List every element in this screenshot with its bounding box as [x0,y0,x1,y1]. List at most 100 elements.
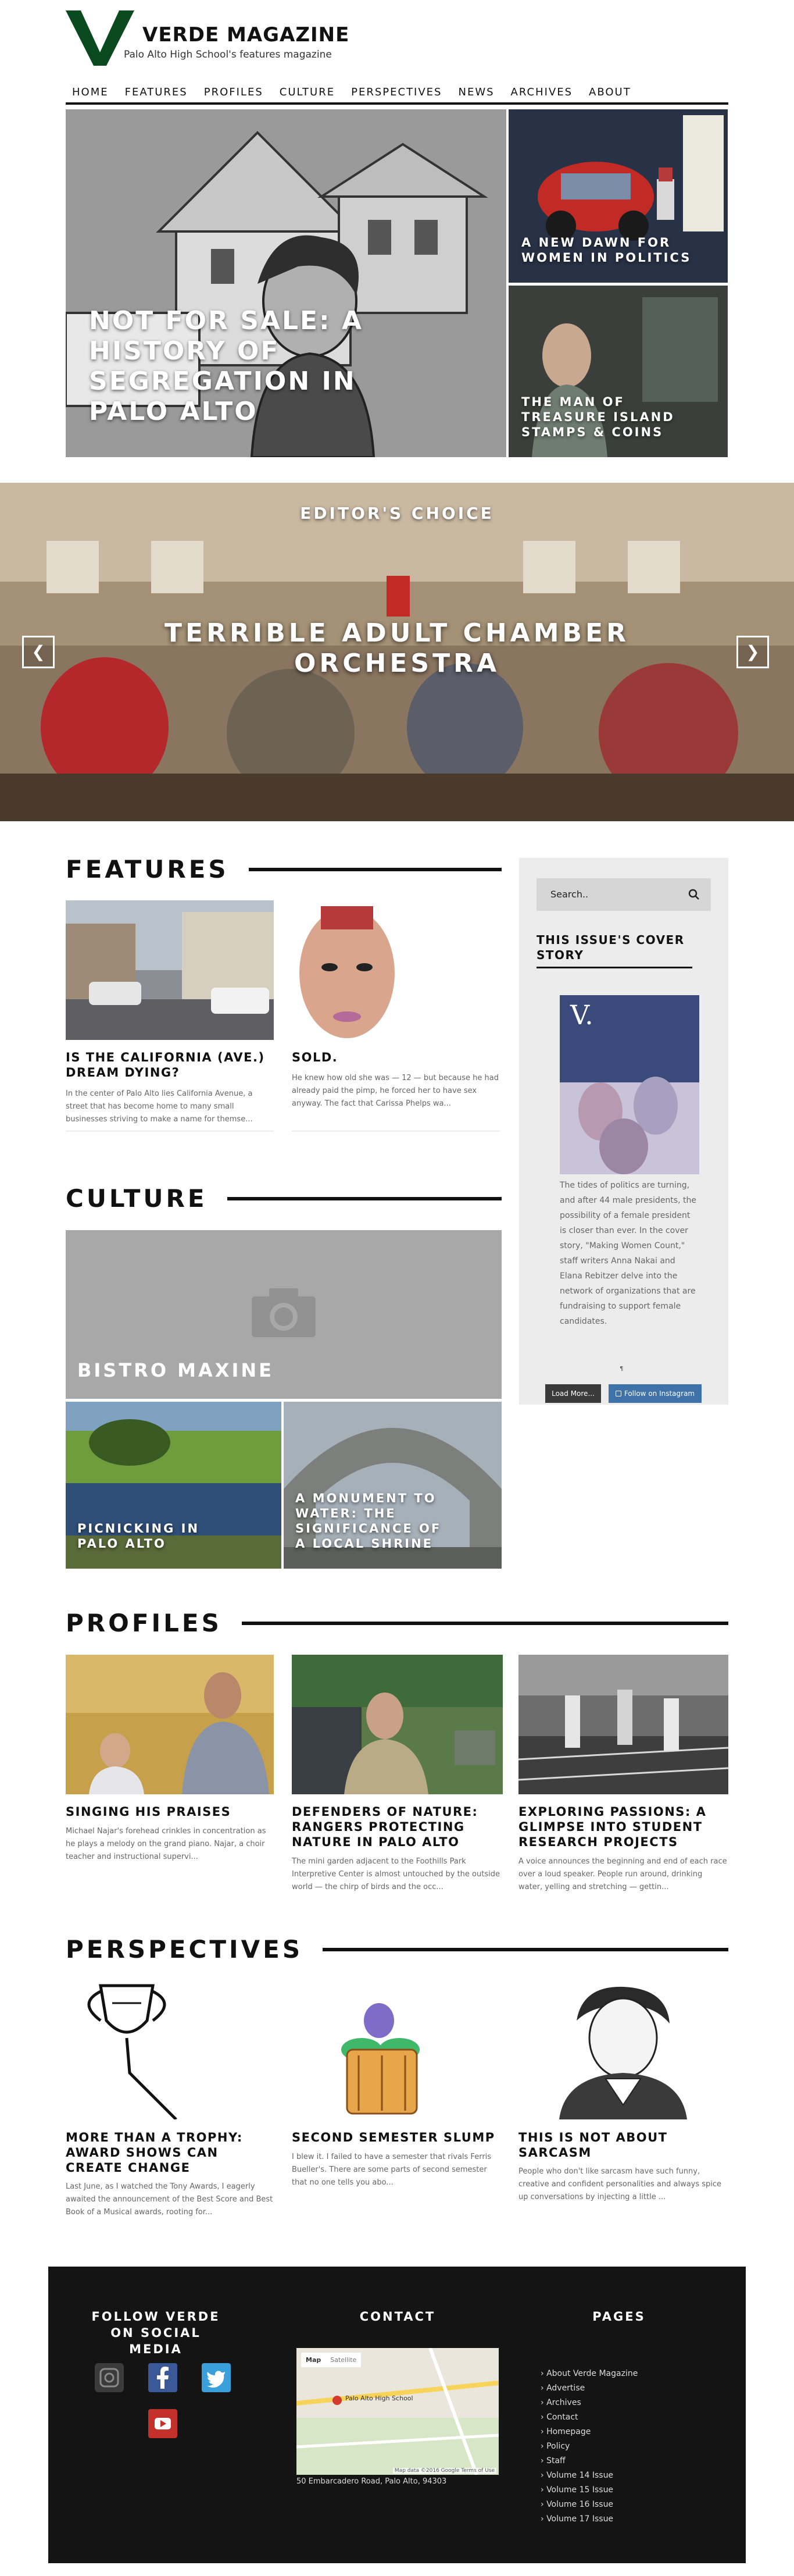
slider-tag: EDITOR'S CHOICE [300,504,494,523]
feature-1-title[interactable]: IS THE CALIFORNIA (AVE.) DREAM DYING? [66,1050,274,1080]
profile-3-excerpt: A voice announces the beginning and end … [518,1857,727,1891]
facebook-icon[interactable] [148,2363,177,2392]
hero-main-story[interactable]: NOT FOR SALE: A HISTORY OF SEGREGATION I… [66,109,506,457]
map-tab-map[interactable]: Map [301,2353,326,2367]
cover-story-text: The tides of politics are turning, and a… [560,1181,696,1326]
profile-3-title[interactable]: EXPLORING PASSIONS: A GLIMPSE INTO STUDE… [518,1804,728,1850]
ranger-photo [292,1655,503,1794]
perspective-1-title[interactable]: MORE THAN A TROPHY: AWARD SHOWS CAN CREA… [66,2130,274,2175]
nav-profiles[interactable]: PROFILES [198,80,273,102]
slider-title[interactable]: TERRIBLE ADULT CHAMBER ORCHESTRA [145,618,649,679]
nav-about[interactable]: ABOUT [582,80,641,102]
page-link-label: Homepage [546,2427,591,2436]
page-link-volume-17[interactable]: › Volume 17 Issue [541,2514,613,2524]
page-link-policy[interactable]: › Policy [541,2442,570,2451]
feature-1-image[interactable] [66,900,274,1040]
instagram-icon [615,1391,621,1396]
feature-2-image[interactable] [292,900,500,1040]
page-link-archives[interactable]: › Archives [541,2398,581,2407]
feature-2-title[interactable]: SOLD. [292,1050,500,1065]
page-link-label: Volume 15 Issue [546,2485,614,2495]
load-more-button[interactable]: Load More... [545,1384,601,1403]
culture-1-card[interactable]: BISTRO MAXINE [66,1230,502,1399]
sarcasm-illustration [518,1980,728,2119]
profile-2-title[interactable]: DEFENDERS OF NATURE: RANGERS PROTECTING … [292,1804,503,1850]
hero-side-story-2[interactable]: THE MAN OF TREASURE ISLAND STAMPS & COIN… [509,286,728,457]
nav-culture[interactable]: CULTURE [273,80,345,102]
feature-1-excerpt: In the center of Palo Alto lies Californ… [66,1089,253,1124]
trophy-illustration [66,1980,274,2119]
main-nav: HOME FEATURES PROFILES CULTURE PERSPECTI… [66,80,728,105]
page-link-staff[interactable]: › Staff [541,2456,566,2465]
slider-next-button[interactable]: ❯ [736,636,769,668]
profiles-section-heading: PROFILES [66,1609,728,1638]
page-link-label: About Verde Magazine [546,2369,638,2378]
instagram-icon[interactable] [95,2363,124,2392]
profile-1-title[interactable]: SINGING HIS PRAISES [66,1804,274,1819]
perspective-1-image[interactable] [66,1980,274,2119]
culture-2-title[interactable]: PICNICKING IN PALO ALTO [77,1521,240,1551]
profile-2-image[interactable] [292,1655,503,1794]
follow-instagram-button[interactable]: Follow on Instagram [609,1384,702,1403]
page-link-about[interactable]: › About Verde Magazine [541,2369,638,2378]
svg-text:V.: V. [570,999,593,1031]
perspective-3-title[interactable]: THIS IS NOT ABOUT SARCASM [518,2130,728,2160]
search-box[interactable]: Search.. [537,878,711,911]
section-title[interactable]: PERSPECTIVES [66,1935,323,1964]
page-link-label: Advertise [546,2383,585,2393]
profile-1-image[interactable] [66,1655,274,1794]
hero-main-title[interactable]: NOT FOR SALE: A HISTORY OF SEGREGATION I… [89,306,391,427]
nav-features[interactable]: FEATURES [119,80,198,102]
cover-story-rule [537,967,692,968]
hero-side-2-title[interactable]: THE MAN OF TREASURE ISLAND STAMPS & COIN… [521,394,696,440]
page-link-volume-16[interactable]: › Volume 16 Issue [541,2500,613,2509]
chevron-right-icon: ❯ [746,642,760,661]
page-link-volume-14[interactable]: › Volume 14 Issue [541,2471,613,2480]
culture-3-title[interactable]: A MONUMENT TO WATER: THE SIGNIFICANCE OF… [295,1491,446,1551]
page-link-label: Volume 17 Issue [546,2514,614,2524]
pages-heading: PAGES [592,2310,646,2324]
hero-side-1-title[interactable]: A NEW DAWN FOR WOMEN IN POLITICS [521,235,696,265]
page-link-label: Volume 16 Issue [546,2500,614,2509]
follow-instagram-label: Follow on Instagram [624,1389,695,1398]
page-link-contact[interactable]: › Contact [541,2413,578,2422]
perspectives-section-heading: PERSPECTIVES [66,1935,728,1964]
page-link-advertise[interactable]: › Advertise [541,2383,585,2393]
nav-news[interactable]: NEWS [452,80,504,102]
section-title[interactable]: PROFILES [66,1609,242,1638]
culture-section-heading: CULTURE [66,1184,502,1213]
slider-prev-button[interactable]: ❮ [22,636,55,668]
perspective-2-title[interactable]: SECOND SEMESTER SLUMP [292,2130,503,2145]
editors-choice-slider[interactable]: EDITOR'S CHOICE TERRIBLE ADULT CHAMBER O… [0,483,794,821]
site-logo[interactable]: VERDE MAGAZINE Palo Alto High School's f… [66,10,356,66]
site-footer: FOLLOW VERDE ON SOCIAL MEDIA CONTACT PAG… [48,2267,746,2563]
hero-side-story-1[interactable]: A NEW DAWN FOR WOMEN IN POLITICS [509,109,728,283]
map-tab-satellite[interactable]: Satellite [326,2353,361,2367]
twitter-icon[interactable] [202,2363,231,2392]
section-title[interactable]: FEATURES [66,855,249,884]
perspective-3-excerpt: People who don't like sarcasm have such … [518,2167,722,2201]
nav-archives[interactable]: ARCHIVES [505,80,582,102]
street-photo [66,900,274,1040]
culture-1-title[interactable]: BISTRO MAXINE [77,1359,274,1381]
page-link-volume-15[interactable]: › Volume 15 Issue [541,2485,613,2495]
profile-3-image[interactable] [518,1655,728,1794]
page-link-label: Archives [546,2398,581,2407]
search-icon[interactable] [688,888,700,901]
culture-3-card[interactable]: A MONUMENT TO WATER: THE SIGNIFICANCE OF… [284,1402,502,1569]
page-link-label: Contact [546,2413,578,2422]
page-link-homepage[interactable]: › Homepage [541,2427,591,2436]
youtube-icon[interactable] [148,2409,177,2438]
culture-2-card[interactable]: PICNICKING IN PALO ALTO [66,1402,281,1569]
perspective-2-image[interactable] [292,1980,503,2119]
features-section-heading: FEATURES [66,855,502,884]
cover-image[interactable]: V. [560,995,699,1174]
perspective-3-image[interactable] [518,1980,728,2119]
contact-map[interactable]: Map Satellite Palo Alto High School Map … [296,2348,499,2475]
nav-perspectives[interactable]: PERSPECTIVES [345,80,452,102]
profile-2-excerpt: The mini garden adjacent to the Foothill… [292,1857,500,1891]
camera-placeholder-icon [252,1288,316,1337]
section-title[interactable]: CULTURE [66,1184,227,1213]
search-input[interactable]: Search.. [550,889,588,900]
nav-home[interactable]: HOME [66,80,119,102]
